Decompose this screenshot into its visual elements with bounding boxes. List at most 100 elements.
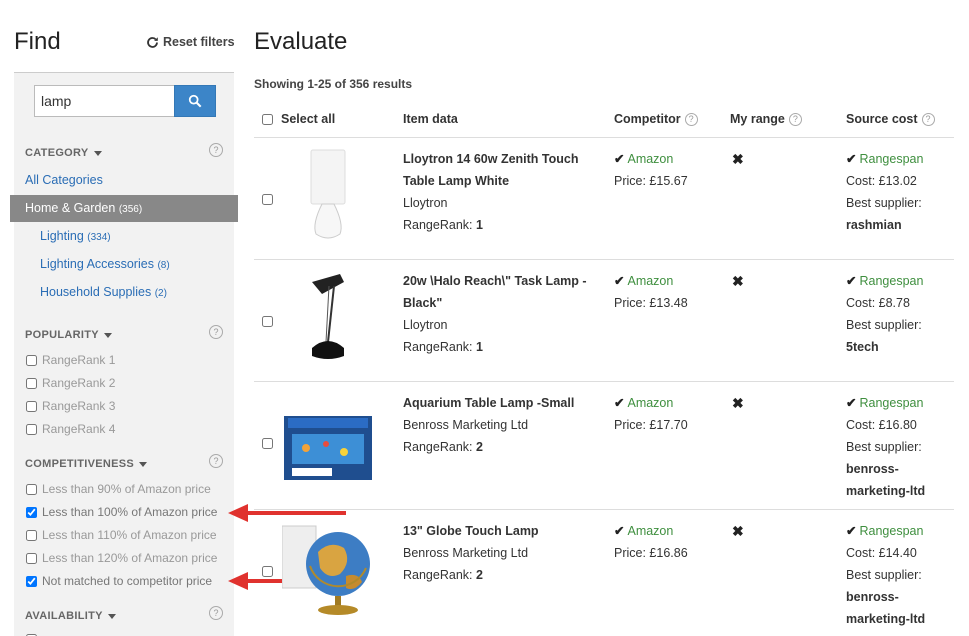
- best-supplier-label: Best supplier:: [846, 196, 922, 210]
- select-all-label: Select all: [281, 112, 336, 126]
- check-icon: ✔: [614, 524, 625, 538]
- competitiveness-checkbox[interactable]: [26, 552, 37, 564]
- competitiveness-option-not-matched[interactable]: Not matched to competitor price: [26, 574, 212, 588]
- category-heading[interactable]: CATEGORY: [25, 147, 102, 159]
- product-image-aquarium-lamp[interactable]: [282, 390, 374, 490]
- popularity-option-rangerank-3[interactable]: RangeRank 3: [26, 399, 115, 413]
- competitor-name[interactable]: Amazon: [627, 152, 673, 166]
- source-name[interactable]: Rangespan: [859, 524, 923, 538]
- popularity-checkbox[interactable]: [26, 423, 37, 435]
- best-supplier-name: 5tech: [846, 340, 879, 354]
- popularity-heading-label: POPULARITY: [25, 329, 99, 341]
- popularity-option-rangerank-4[interactable]: RangeRank 4: [26, 422, 115, 436]
- column-my-range-label: My range: [730, 112, 785, 126]
- popularity-option-label: RangeRank 3: [42, 399, 116, 413]
- item-brand: Benross Marketing Ltd: [403, 546, 529, 560]
- item-rangerank: RangeRank: 1: [403, 214, 483, 236]
- popularity-checkbox[interactable]: [26, 354, 37, 366]
- row-checkbox[interactable]: [262, 438, 273, 449]
- competitor-help-icon[interactable]: ?: [684, 112, 698, 126]
- source-cost: Cost: £16.80: [846, 418, 917, 432]
- competitor-price: Price: £13.48: [614, 296, 688, 310]
- popularity-checkbox[interactable]: [26, 400, 37, 412]
- popularity-option-rangerank-2[interactable]: RangeRank 2: [26, 376, 115, 390]
- competitiveness-checkbox[interactable]: [26, 575, 37, 587]
- best-supplier-label: Best supplier:: [846, 318, 922, 332]
- rangerank-value: 1: [475, 340, 483, 354]
- reset-filters-button[interactable]: Reset filters: [146, 35, 235, 49]
- category-help-icon[interactable]: ?: [209, 143, 223, 157]
- select-all-checkbox[interactable]: [262, 113, 273, 125]
- category-item-count: (8): [157, 260, 170, 271]
- close-icon: ✖: [732, 151, 744, 167]
- availability-help-icon[interactable]: ?: [209, 606, 223, 620]
- product-image-table-lamp-white[interactable]: [282, 146, 374, 246]
- row-checkbox[interactable]: [262, 566, 273, 577]
- close-icon: ✖: [732, 395, 744, 411]
- competitor-name[interactable]: Amazon: [627, 396, 673, 410]
- item-title[interactable]: 13" Globe Touch Lamp: [403, 520, 603, 542]
- search-button[interactable]: [174, 85, 216, 117]
- rangerank-label: RangeRank:: [403, 340, 473, 354]
- item-rangerank: RangeRank: 1: [403, 336, 483, 358]
- my-range-help-icon[interactable]: ?: [788, 112, 802, 126]
- check-icon: ✔: [846, 524, 857, 538]
- category-item-label: Lighting: [40, 229, 84, 243]
- source-cost-help-icon[interactable]: ?: [921, 112, 935, 126]
- popularity-help-icon[interactable]: ?: [209, 325, 223, 339]
- category-item-lighting[interactable]: Lighting (334): [40, 229, 111, 243]
- column-competitor: Competitor ?: [614, 112, 698, 126]
- row-checkbox[interactable]: [262, 194, 273, 205]
- table-row: 20w \Halo Reach\" Task Lamp - Black" Llo…: [254, 260, 954, 382]
- competitiveness-option-100[interactable]: Less than 100% of Amazon price: [26, 505, 217, 519]
- competitor-name[interactable]: Amazon: [627, 524, 673, 538]
- filter-sidebar: CATEGORY ? All Categories Home & Garden …: [10, 72, 238, 636]
- popularity-option-label: RangeRank 1: [42, 353, 116, 367]
- best-supplier-label: Best supplier:: [846, 568, 922, 582]
- find-title: Find: [14, 28, 61, 55]
- category-item-label: Lighting Accessories: [40, 257, 154, 271]
- column-item-data: Item data: [403, 112, 458, 126]
- source-cost: Cost: £14.40: [846, 546, 917, 560]
- category-item-household-supplies[interactable]: Household Supplies (2): [40, 285, 167, 299]
- popularity-checkbox[interactable]: [26, 377, 37, 389]
- search-input[interactable]: [34, 85, 174, 117]
- check-icon: ✔: [614, 396, 625, 410]
- popularity-option-rangerank-1[interactable]: RangeRank 1: [26, 353, 115, 367]
- source-name[interactable]: Rangespan: [859, 152, 923, 166]
- item-title[interactable]: Aquarium Table Lamp -Small: [403, 392, 603, 414]
- competitiveness-option-90[interactable]: Less than 90% of Amazon price: [26, 482, 211, 496]
- category-item-lighting-accessories[interactable]: Lighting Accessories (8): [40, 257, 170, 271]
- product-image-globe-lamp[interactable]: [282, 518, 374, 618]
- competitiveness-option-120[interactable]: Less than 120% of Amazon price: [26, 551, 217, 565]
- close-icon: ✖: [732, 523, 744, 539]
- select-all[interactable]: Select all: [262, 112, 335, 126]
- source-cost: Cost: £13.02: [846, 174, 917, 188]
- item-title[interactable]: 20w \Halo Reach\" Task Lamp - Black": [403, 270, 603, 314]
- competitiveness-heading[interactable]: COMPETITIVENESS: [25, 458, 148, 470]
- row-checkbox[interactable]: [262, 316, 273, 327]
- check-icon: ✔: [614, 274, 625, 288]
- competitiveness-checkbox[interactable]: [26, 483, 37, 495]
- table-row: Aquarium Table Lamp -Small Benross Marke…: [254, 382, 954, 510]
- competitiveness-help-icon[interactable]: ?: [209, 454, 223, 468]
- source-name[interactable]: Rangespan: [859, 396, 923, 410]
- rangerank-label: RangeRank:: [403, 440, 473, 454]
- category-selected-home-garden[interactable]: Home & Garden (356): [10, 195, 238, 222]
- competitiveness-option-110[interactable]: Less than 110% of Amazon price: [26, 528, 217, 542]
- competitor-price: Price: £17.70: [614, 418, 688, 432]
- competitiveness-option-label: Less than 120% of Amazon price: [42, 551, 218, 565]
- competitiveness-checkbox[interactable]: [26, 529, 37, 541]
- all-categories-link[interactable]: All Categories: [25, 173, 103, 187]
- source-name[interactable]: Rangespan: [859, 274, 923, 288]
- best-supplier-name: benross-marketing-ltd: [846, 590, 926, 626]
- popularity-heading[interactable]: POPULARITY: [25, 329, 112, 341]
- competitiveness-checkbox[interactable]: [26, 506, 37, 518]
- competitor-cell: ✔ Amazon Price: £17.70: [614, 392, 688, 436]
- product-image-task-lamp-black[interactable]: [282, 268, 374, 368]
- item-title[interactable]: Lloytron 14 60w Zenith Touch Table Lamp …: [403, 148, 603, 192]
- column-item-data-label: Item data: [403, 112, 458, 126]
- availability-heading[interactable]: AVAILABILITY: [25, 610, 116, 622]
- source-cost-cell: ✔ Rangespan Cost: £14.40 Best supplier: b…: [846, 520, 956, 630]
- competitor-name[interactable]: Amazon: [627, 274, 673, 288]
